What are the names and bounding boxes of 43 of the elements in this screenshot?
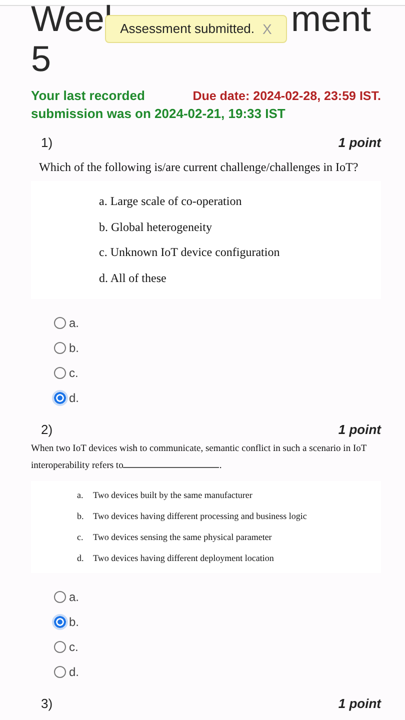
question-points: 1 point — [338, 696, 381, 711]
choice-label: b. — [69, 614, 80, 628]
question-number: 1) — [41, 135, 53, 150]
question-text: When two IoT devices wish to communicate, semantic conflict in such a scenario in IoT interoperability refers to . — [31, 443, 368, 473]
option-marker: a. — [77, 489, 84, 502]
option-marker: b. — [77, 510, 84, 523]
option-text: c. Unknown IoT device configuration — [99, 244, 281, 261]
radio-button[interactable] — [54, 666, 66, 678]
question-text: Which of the following is/are current challenge/challenges in IoT? — [38, 160, 360, 175]
choice-label: c. — [69, 640, 78, 654]
submission-note: Your last recorded — [31, 87, 145, 105]
choice-label: c. — [69, 366, 78, 380]
radio-button[interactable] — [54, 616, 66, 628]
radio-button[interactable] — [54, 590, 66, 602]
option-text: Two devices sensing the same physical parameter — [93, 531, 272, 544]
due-date: Due date: 2024-02-28, 23:59 IST. — [192, 88, 381, 105]
radio-button[interactable] — [54, 640, 66, 652]
question-points: 1 point — [338, 422, 381, 437]
toast-message: Assessment submitted. — [120, 21, 255, 37]
submission-note: submission was on 2024-02-21, 19:33 IST — [31, 105, 286, 123]
option-marker: d. — [77, 552, 84, 565]
choice-label: d. — [69, 664, 80, 678]
radio-button[interactable] — [54, 316, 66, 328]
choice-label: d. — [69, 390, 80, 404]
radio-button[interactable] — [54, 366, 66, 378]
option-text: a. Large scale of co-operation — [99, 193, 243, 210]
radio-button[interactable] — [54, 392, 66, 404]
question-points: 1 point — [338, 135, 381, 150]
page-title: ment — [290, 0, 371, 39]
option-text: Two devices built by the same manufacturer — [93, 489, 252, 502]
option-text: Two devices having different processing and business logic — [93, 510, 307, 523]
choice-label: b. — [69, 340, 80, 354]
option-text: b. Global heterogeneity — [99, 218, 213, 236]
close-button[interactable]: X — [262, 21, 272, 37]
choice-label: a. — [69, 316, 80, 330]
question-number: 3) — [41, 696, 53, 711]
choice-label: a. — [69, 590, 80, 604]
option-marker: c. — [77, 531, 84, 544]
question-number: 2) — [41, 422, 53, 437]
option-text: d. All of these — [99, 270, 168, 286]
option-text: Two devices having different deployment location — [93, 552, 274, 565]
radio-button[interactable] — [54, 342, 66, 354]
page-title: 5 — [31, 39, 52, 79]
